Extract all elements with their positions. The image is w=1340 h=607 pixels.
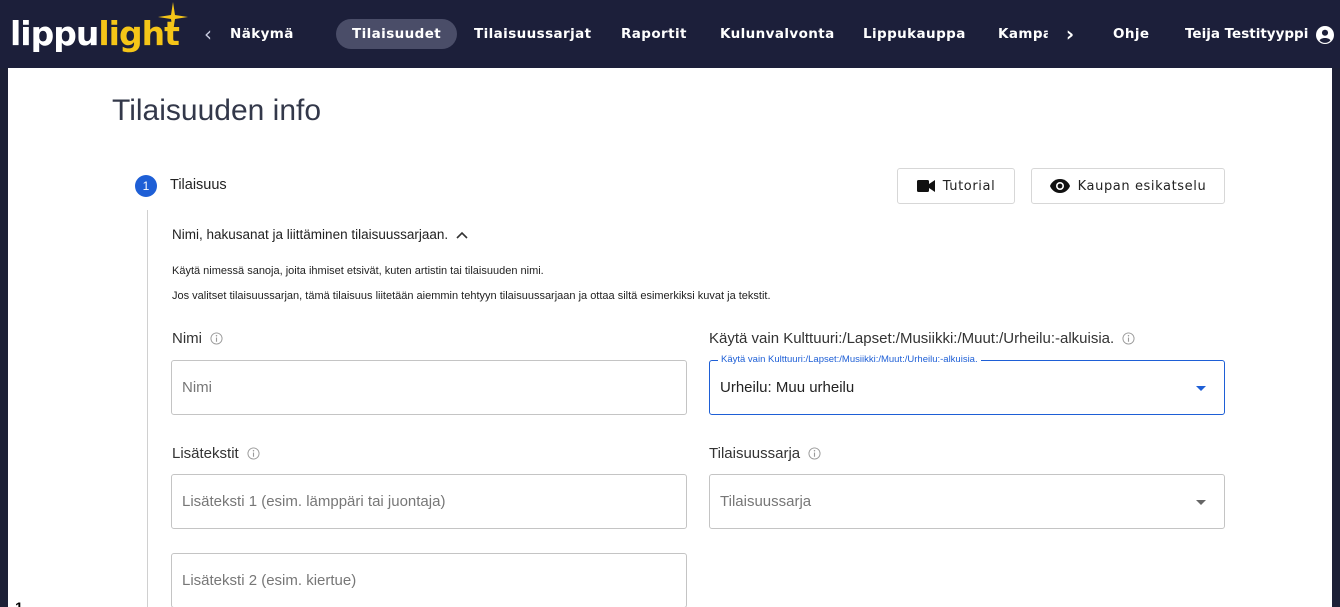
category-floating-label: Käytä vain Kulttuuri:/Lapset:/Musiikki:/… [718, 354, 981, 365]
extra-texts-label: Lisätekstit [172, 445, 260, 462]
nav-item-tilaisuussarjat[interactable]: Tilaisuussarjat [458, 19, 608, 49]
dropdown-caret-icon [1196, 386, 1206, 391]
nav-item-kulunvalvonta[interactable]: Kulunvalvonta [704, 19, 851, 49]
category-select[interactable]: Käytä vain Kulttuuri:/Lapset:/Musiikki:/… [709, 354, 1225, 415]
name-input[interactable]: Nimi [171, 360, 687, 415]
user-name[interactable]: Teija Testityyppi [1185, 19, 1308, 49]
name-field-label: Nimi [172, 330, 223, 347]
info-text-series: Jos valitset tilaisuussarjan, tämä tilai… [172, 290, 771, 302]
category-field-label: Käytä vain Kulttuuri:/Lapset:/Musiikki:/… [709, 330, 1135, 347]
chevron-up-icon [456, 231, 468, 239]
extra-text-1-input[interactable]: Lisäteksti 1 (esim. lämppäri tai juontaj… [171, 474, 687, 529]
dropdown-caret-icon [1196, 500, 1206, 505]
eye-icon [1049, 179, 1070, 193]
section-toggle-name-keywords[interactable]: Nimi, hakusanat ja liittäminen tilaisuus… [172, 227, 468, 242]
extra-text-2-input[interactable]: Lisäteksti 2 (esim. kiertue) [171, 553, 687, 607]
chevron-right-icon[interactable]: › [1058, 22, 1082, 46]
info-text-name: Käytä nimessä sanoja, joita ihmiset etsi… [172, 265, 544, 277]
info-icon[interactable] [247, 447, 260, 460]
nav-item-raportit[interactable]: Raportit [605, 19, 703, 49]
sparkle-icon [158, 2, 188, 32]
step-number-badge: 1 [135, 175, 157, 197]
series-select[interactable]: Tilaisuussarja [709, 474, 1225, 529]
nav-item-kampanjat[interactable]: Kampa [982, 19, 1048, 49]
nav-item-lippukauppa[interactable]: Lippukauppa [847, 19, 982, 49]
store-preview-button[interactable]: Kaupan esikatselu [1031, 168, 1225, 204]
category-selected-value: Urheilu: Muu urheilu [720, 379, 855, 396]
nav-item-ohje[interactable]: Ohje [1097, 19, 1165, 49]
account-circle-icon[interactable] [1316, 26, 1334, 44]
info-icon[interactable] [1122, 332, 1135, 345]
step-connector-line [147, 210, 148, 607]
info-icon[interactable] [808, 447, 821, 460]
step-label: Tilaisuus [170, 177, 227, 193]
page-title: Tilaisuuden info [112, 94, 322, 127]
nav-item-tilaisuudet[interactable]: Tilaisuudet [336, 19, 458, 49]
info-icon[interactable] [210, 332, 223, 345]
series-field-label: Tilaisuussarja [709, 445, 821, 462]
nav-item-nakyma[interactable]: Näkymä [214, 19, 310, 49]
top-navigation-bar: lippulight ‹ Näkymä Tilaisuudet Tilaisuu… [0, 0, 1340, 68]
main-content: Tilaisuuden info 1 Tilaisuus Tutorial Ka… [8, 68, 1332, 607]
lippulight-logo[interactable]: lippulight [10, 2, 188, 54]
video-camera-icon [916, 180, 935, 192]
tutorial-button[interactable]: Tutorial [897, 168, 1015, 204]
